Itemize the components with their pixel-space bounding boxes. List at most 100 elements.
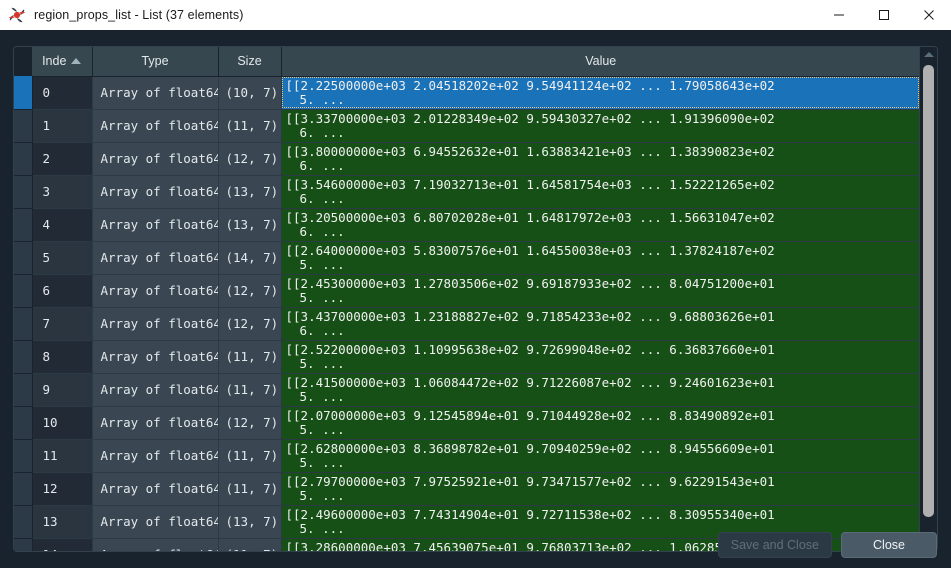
cell-value-line-2: 5. ... bbox=[299, 289, 345, 305]
cell-value[interactable]: [[2.22500000e+03 2.04518202e+02 9.549411… bbox=[281, 76, 920, 110]
cell-type[interactable]: Array of float64 bbox=[92, 439, 219, 473]
cell-size[interactable]: (13, 7) bbox=[218, 208, 282, 242]
row-handle[interactable] bbox=[14, 307, 33, 341]
vertical-scrollbar[interactable] bbox=[919, 48, 937, 551]
cell-type[interactable]: Array of float64 bbox=[92, 241, 219, 275]
cell-value[interactable]: [[2.52200000e+03 1.10995638e+02 9.726990… bbox=[281, 340, 920, 374]
cell-size[interactable]: (10, 7) bbox=[218, 76, 282, 110]
cell-index[interactable]: 5 bbox=[32, 241, 93, 275]
cell-value[interactable]: [[3.54600000e+03 7.19032713e+01 1.645817… bbox=[281, 175, 920, 209]
cell-type[interactable]: Array of float64 bbox=[92, 406, 219, 440]
cell-value[interactable]: [[2.45300000e+03 1.27803506e+02 9.691879… bbox=[281, 274, 920, 308]
cell-value[interactable]: [[3.20500000e+03 6.80702028e+01 1.648179… bbox=[281, 208, 920, 242]
minimize-button[interactable] bbox=[816, 0, 861, 30]
cell-type[interactable]: Array of float64 bbox=[92, 274, 219, 308]
row-handle[interactable] bbox=[14, 208, 33, 242]
cell-size[interactable]: (11, 7) bbox=[218, 373, 282, 407]
cell-value[interactable]: [[3.33700000e+03 2.01228349e+02 9.594303… bbox=[281, 109, 920, 143]
column-header-size[interactable]: Size bbox=[218, 47, 282, 77]
cell-size[interactable]: (12, 7) bbox=[218, 307, 282, 341]
cell-value[interactable]: [[2.79700000e+03 7.97525921e+01 9.734715… bbox=[281, 472, 920, 506]
row-handle[interactable] bbox=[14, 76, 33, 110]
cell-size[interactable]: (12, 7) bbox=[218, 406, 282, 440]
table-viewport: Inde Type Size Value 0Array of float64( bbox=[14, 47, 937, 551]
table-row[interactable]: 1 Array of float64 (11, 7) [[3.33700000e+03… bbox=[14, 109, 920, 143]
cell-size[interactable]: (14, 7) bbox=[218, 241, 282, 275]
table-row[interactable]: 9 Array of float64 (11, 7) [[2.41500000e+03… bbox=[14, 373, 920, 407]
cell-size[interactable]: (11, 7) bbox=[218, 439, 282, 473]
cell-index[interactable]: 4 bbox=[32, 208, 93, 242]
cell-type[interactable]: Array of float64 bbox=[92, 340, 219, 374]
cell-value[interactable]: [[3.43700000e+03 1.23188827e+02 9.718542… bbox=[281, 307, 920, 341]
cell-type[interactable]: Array of float64 bbox=[92, 109, 219, 143]
table-row[interactable]: 10 Array of float64 (12, 7) [[2.07000000e+0… bbox=[14, 406, 920, 440]
table-row[interactable]: 6 Array of float64 (12, 7) [[2.45300000e+03… bbox=[14, 274, 920, 308]
table-row[interactable]: 7 Array of float64 (12, 7) [[3.43700000e+03… bbox=[14, 307, 920, 341]
row-handle[interactable] bbox=[14, 373, 33, 407]
cell-index[interactable]: 0 bbox=[32, 76, 93, 110]
cell-size[interactable]: (11, 7) bbox=[218, 109, 282, 143]
close-button[interactable] bbox=[906, 0, 951, 30]
table-row[interactable]: 2 Array of float64 (12, 7) [[3.80000000e+03… bbox=[14, 142, 920, 176]
cell-type[interactable]: Array of float64 bbox=[92, 472, 219, 506]
cell-index[interactable]: 6 bbox=[32, 274, 93, 308]
table-row[interactable]: 12 Array of float64 (11, 7) [[2.79700000e+0… bbox=[14, 472, 920, 506]
cell-index[interactable]: 11 bbox=[32, 439, 93, 473]
cell-size[interactable]: (13, 7) bbox=[218, 175, 282, 209]
cell-value[interactable]: [[2.62800000e+03 8.36898782e+01 9.709402… bbox=[281, 439, 920, 473]
cell-value-line-2: 5. ... bbox=[299, 454, 345, 470]
table-row[interactable]: 4 Array of float64 (13, 7) [[3.20500000e+03… bbox=[14, 208, 920, 242]
table-row[interactable]: 8 Array of float64 (11, 7) [[2.52200000e+03… bbox=[14, 340, 920, 374]
close-button-footer[interactable]: Close bbox=[841, 532, 937, 558]
table-row[interactable]: 0 Array of float64 (10, 7) [[2.22500000e+03… bbox=[14, 76, 920, 110]
row-handle[interactable] bbox=[14, 175, 33, 209]
cell-index[interactable]: 10 bbox=[32, 406, 93, 440]
column-header-value[interactable]: Value bbox=[281, 47, 920, 77]
maximize-button[interactable] bbox=[861, 0, 906, 30]
cell-value-line-1: [[2.07000000e+03 9.12545894e+01 9.710449… bbox=[285, 407, 775, 423]
cell-type[interactable]: Array of float64 bbox=[92, 373, 219, 407]
column-header-type[interactable]: Type bbox=[92, 47, 219, 77]
save-and-close-button[interactable]: Save and Close bbox=[717, 532, 832, 558]
cell-size[interactable]: (12, 7) bbox=[218, 142, 282, 176]
cell-index[interactable]: 1 bbox=[32, 109, 93, 143]
scroll-up-arrow-icon[interactable] bbox=[920, 48, 937, 61]
cell-value[interactable]: [[2.41500000e+03 1.06084472e+02 9.712260… bbox=[281, 373, 920, 407]
cell-type[interactable]: Array of float64 bbox=[92, 175, 219, 209]
cell-index[interactable]: 2 bbox=[32, 142, 93, 176]
cell-index[interactable]: 8 bbox=[32, 340, 93, 374]
table-row[interactable]: 11 Array of float64 (11, 7) [[2.62800000e+0… bbox=[14, 439, 920, 473]
cell-value-line-2: 5. ... bbox=[299, 421, 345, 437]
cell-value-line-2: 5. ... bbox=[299, 355, 345, 371]
cell-size[interactable]: (12, 7) bbox=[218, 274, 282, 308]
cell-index[interactable]: 3 bbox=[32, 175, 93, 209]
scrollbar-thumb[interactable] bbox=[923, 65, 934, 517]
column-header-index[interactable]: Inde bbox=[32, 47, 93, 77]
cell-value-line-2: 5. ... bbox=[299, 388, 345, 404]
cell-size[interactable]: (11, 7) bbox=[218, 340, 282, 374]
cell-type[interactable]: Array of float64 bbox=[92, 208, 219, 242]
cell-value[interactable]: [[2.07000000e+03 9.12545894e+01 9.710449… bbox=[281, 406, 920, 440]
row-handle[interactable] bbox=[14, 274, 33, 308]
collection-editor-table: Inde Type Size Value 0Array of float64( bbox=[14, 47, 920, 551]
cell-value[interactable]: [[2.64000000e+03 5.83007576e+01 1.645500… bbox=[281, 241, 920, 275]
cell-index[interactable]: 12 bbox=[32, 472, 93, 506]
row-handle[interactable] bbox=[14, 472, 33, 506]
cell-index[interactable]: 7 bbox=[32, 307, 93, 341]
row-handle[interactable] bbox=[14, 241, 33, 275]
row-handle[interactable] bbox=[14, 142, 33, 176]
cell-type[interactable]: Array of float64 bbox=[92, 307, 219, 341]
row-handle[interactable] bbox=[14, 439, 33, 473]
table-row[interactable]: 3 Array of float64 (13, 7) [[3.54600000e+03… bbox=[14, 175, 920, 209]
row-handle[interactable] bbox=[14, 406, 33, 440]
cell-index[interactable]: 9 bbox=[32, 373, 93, 407]
row-handle[interactable] bbox=[14, 109, 33, 143]
cell-type[interactable]: Array of float64 bbox=[92, 76, 219, 110]
column-header-type-label: Type bbox=[141, 54, 169, 69]
cell-type[interactable]: Array of float64 bbox=[92, 142, 219, 176]
table-row[interactable]: 5 Array of float64 (14, 7) [[2.64000000e+03… bbox=[14, 241, 920, 275]
cell-value[interactable]: [[3.80000000e+03 6.94552632e+01 1.638834… bbox=[281, 142, 920, 176]
cell-size[interactable]: (11, 7) bbox=[218, 472, 282, 506]
cell-value-line-1: [[2.62800000e+03 8.36898782e+01 9.709402… bbox=[285, 440, 775, 456]
row-handle[interactable] bbox=[14, 340, 33, 374]
